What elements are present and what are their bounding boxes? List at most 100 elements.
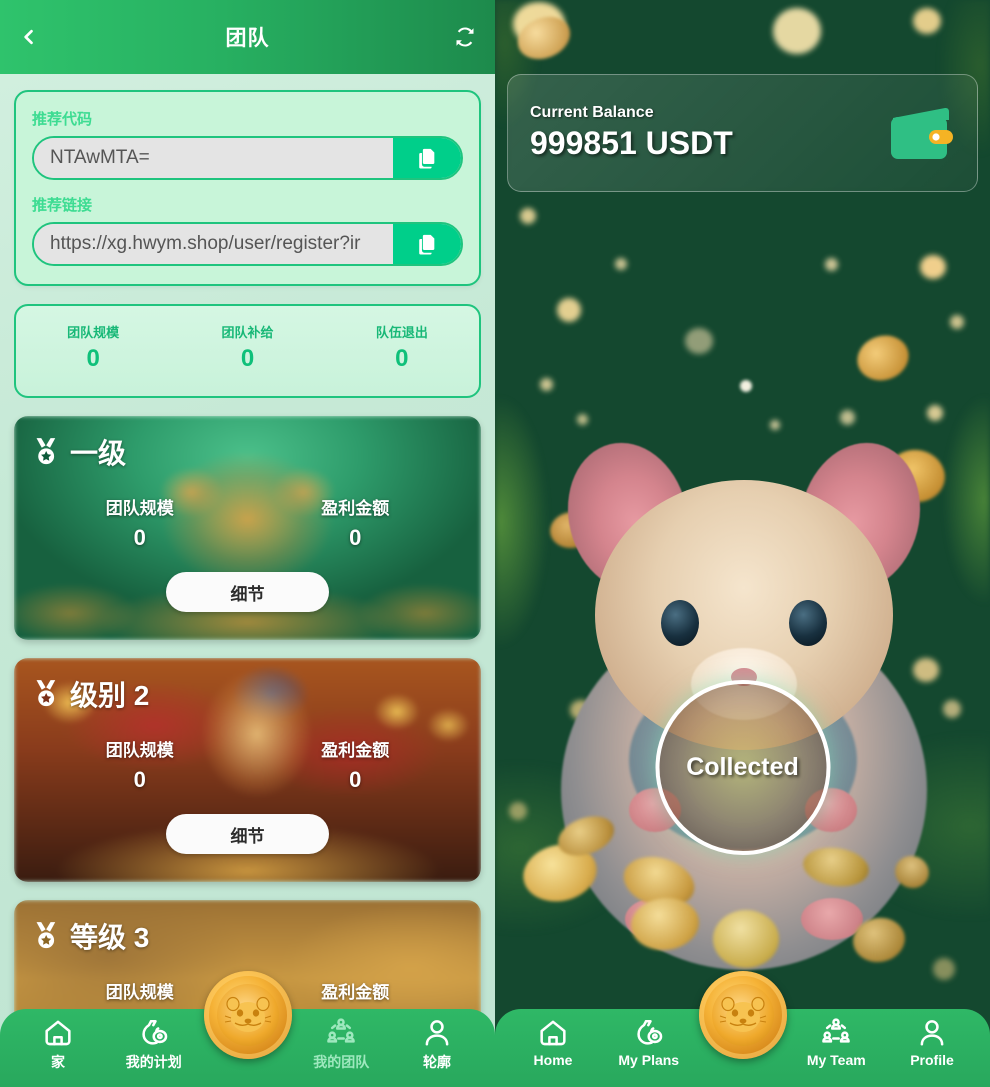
level-stat-value: 0 bbox=[349, 767, 362, 792]
bokeh-light bbox=[773, 8, 821, 54]
stat-label: 团队规模 bbox=[67, 324, 120, 340]
bottom-nav-right: Home My Plans My Team Profile bbox=[495, 971, 990, 1087]
home-panel: Current Balance 999851 USDT Collected Ho… bbox=[495, 0, 990, 1087]
hamster-face-glyph bbox=[224, 996, 271, 1032]
copy-code-button[interactable] bbox=[393, 138, 461, 178]
stat-label: 团队补给 bbox=[221, 324, 274, 340]
balance-label: Current Balance bbox=[530, 104, 654, 121]
medal-icon bbox=[36, 680, 56, 707]
stat-team-supply: 团队补给 0 bbox=[170, 322, 324, 373]
nav-label: Profile bbox=[910, 1052, 954, 1068]
level-card-1[interactable]: 一级 团队规模 0 盈利金额 0 细节 bbox=[14, 416, 481, 640]
balance-value: 999851 USDT bbox=[530, 125, 733, 161]
nav-label: 轮廓 bbox=[423, 1054, 451, 1070]
bokeh-light bbox=[740, 380, 752, 392]
nav-item-my-team[interactable]: 我的团队 bbox=[297, 1017, 385, 1072]
hamster-coin-icon bbox=[216, 984, 279, 1046]
hamster-face-glyph bbox=[719, 996, 766, 1032]
refresh-button[interactable] bbox=[449, 21, 481, 53]
team-icon bbox=[327, 1018, 356, 1043]
money-bag-icon bbox=[637, 1020, 663, 1045]
person-icon bbox=[425, 1020, 449, 1046]
level-heading: 一级 bbox=[32, 432, 463, 472]
nav-item-my-team[interactable]: My Team bbox=[792, 1017, 880, 1068]
page-title: 团队 bbox=[225, 27, 270, 50]
level-detail-button[interactable]: 细节 bbox=[166, 814, 329, 854]
nav-item-profile[interactable]: 轮廓 bbox=[393, 1017, 481, 1072]
level-profit: 盈利金额 0 bbox=[248, 736, 464, 793]
level-stat-value: 0 bbox=[133, 525, 146, 550]
referral-code-input[interactable]: NTAwMTA= bbox=[34, 138, 393, 178]
nav-item-home[interactable]: Home bbox=[509, 1017, 597, 1068]
back-button[interactable] bbox=[12, 20, 46, 54]
referral-card: 推荐代码 NTAwMTA= 推荐链接 https://xg.hwym.shop/… bbox=[14, 90, 481, 286]
nav-label: 我的计划 bbox=[125, 1054, 182, 1070]
app-screen: 团队 推荐代码 NTAwMTA= 推荐链接 https://xg.hwym.sh… bbox=[0, 0, 990, 1087]
level-heading: 等级 3 bbox=[32, 916, 463, 956]
level-stat-label: 团队规模 bbox=[105, 499, 174, 518]
collect-button[interactable]: Collected bbox=[655, 680, 830, 855]
level-stat-label: 盈利金额 bbox=[321, 741, 390, 760]
hamster-eye-left bbox=[660, 600, 699, 646]
nav-label: 我的团队 bbox=[313, 1054, 370, 1070]
bokeh-light bbox=[557, 298, 581, 322]
referral-link-input[interactable]: https://xg.hwym.shop/user/register?ir bbox=[34, 224, 393, 264]
referral-link-row: https://xg.hwym.shop/user/register?ir bbox=[32, 222, 463, 266]
bokeh-light bbox=[825, 258, 838, 271]
bokeh-light bbox=[685, 328, 713, 354]
bokeh-light bbox=[920, 255, 946, 279]
referral-link-label: 推荐链接 bbox=[32, 197, 93, 214]
bokeh-light bbox=[509, 802, 527, 820]
bokeh-light bbox=[540, 378, 553, 391]
hamster-eye-right bbox=[788, 600, 827, 646]
nav-label: 家 bbox=[51, 1054, 65, 1070]
team-header: 团队 bbox=[0, 0, 495, 74]
team-content: 推荐代码 NTAwMTA= 推荐链接 https://xg.hwym.shop/… bbox=[0, 74, 495, 1087]
nav-label: My Plans bbox=[618, 1052, 680, 1068]
bokeh-light bbox=[913, 8, 941, 34]
nav-label: Home bbox=[533, 1052, 573, 1068]
nav-item-home[interactable]: 家 bbox=[14, 1017, 102, 1072]
copy-icon bbox=[419, 148, 435, 169]
medal-icon bbox=[36, 438, 56, 465]
home-icon bbox=[45, 1020, 71, 1046]
team-panel: 团队 推荐代码 NTAwMTA= 推荐链接 https://xg.hwym.sh… bbox=[0, 0, 495, 1087]
copy-link-button[interactable] bbox=[393, 224, 461, 264]
referral-code-row: NTAwMTA= bbox=[32, 136, 463, 180]
hamster-coin-button[interactable] bbox=[203, 971, 292, 1059]
bokeh-light bbox=[520, 208, 536, 224]
level-stat-value: 0 bbox=[133, 767, 146, 792]
level-team-size: 团队规模 0 bbox=[32, 736, 248, 793]
medal-icon bbox=[36, 922, 56, 949]
balance-card[interactable]: Current Balance 999851 USDT bbox=[507, 74, 978, 192]
refresh-icon bbox=[456, 27, 474, 47]
bokeh-light bbox=[615, 258, 627, 270]
nav-item-profile[interactable]: Profile bbox=[888, 1017, 976, 1068]
team-stats-card: 团队规模 0 团队补给 0 队伍退出 0 bbox=[14, 304, 481, 398]
balance-text: Current Balance 999851 USDT bbox=[530, 104, 733, 162]
level-heading: 级别 2 bbox=[32, 674, 463, 714]
copy-icon bbox=[419, 234, 435, 255]
stat-value: 0 bbox=[240, 344, 255, 372]
money-bag-icon bbox=[142, 1020, 168, 1045]
chevron-left-icon bbox=[24, 29, 33, 45]
collect-label: Collected bbox=[686, 753, 799, 781]
stat-team-exit: 队伍退出 0 bbox=[325, 322, 479, 373]
nav-item-my-plans[interactable]: 我的计划 bbox=[110, 1017, 198, 1072]
bokeh-light bbox=[950, 315, 964, 329]
hamster-coin-icon bbox=[711, 984, 774, 1046]
stat-value: 0 bbox=[86, 344, 100, 372]
hamster-coin-button[interactable] bbox=[698, 971, 787, 1059]
level-detail-button[interactable]: 细节 bbox=[166, 572, 329, 612]
level-stat-value: 0 bbox=[349, 525, 362, 550]
referral-code-label: 推荐代码 bbox=[32, 111, 93, 128]
level-profit: 盈利金额 0 bbox=[248, 494, 464, 551]
stat-value: 0 bbox=[395, 344, 409, 372]
level-team-size: 团队规模 0 bbox=[32, 494, 248, 551]
level-stat-label: 团队规模 bbox=[105, 741, 174, 760]
ground-coin bbox=[713, 910, 779, 968]
level-title: 一级 bbox=[70, 438, 127, 469]
stat-label: 队伍退出 bbox=[375, 324, 428, 340]
nav-item-my-plans[interactable]: My Plans bbox=[605, 1017, 693, 1068]
level-card-2[interactable]: 级别 2 团队规模 0 盈利金额 0 细节 bbox=[14, 658, 481, 882]
